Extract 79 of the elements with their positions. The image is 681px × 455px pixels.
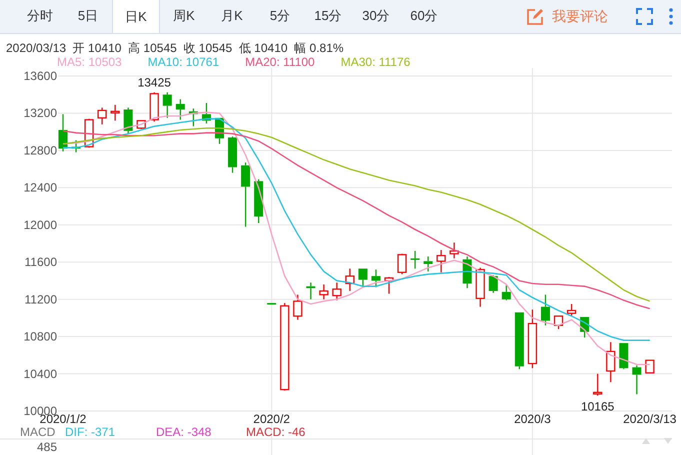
- candlestick: [202, 102, 211, 124]
- low-price-marker: 10165: [580, 400, 614, 414]
- moving-average-legend: MA10: 10761: [148, 55, 220, 69]
- period-tab[interactable]: 日K: [112, 0, 160, 33]
- period-tab[interactable]: 5分: [256, 0, 304, 33]
- candlestick: [488, 275, 498, 293]
- candlestick: [358, 268, 368, 288]
- candlestick: [332, 282, 342, 300]
- candlestick: [162, 92, 172, 118]
- macd-value: MACD: -46: [246, 425, 306, 439]
- period-tab[interactable]: 分时: [16, 0, 64, 33]
- period-tab[interactable]: 15分: [304, 0, 352, 33]
- candlestick: [214, 117, 224, 144]
- candlestick: [384, 277, 394, 294]
- x-axis-label: 2020/2: [253, 412, 290, 426]
- y-axis-label: 10800: [24, 330, 57, 344]
- candlestick: [293, 294, 302, 320]
- macd-label: MACD: [20, 425, 56, 439]
- moving-average-legend: MA30: 11176: [340, 55, 410, 69]
- candlestick: [540, 294, 550, 326]
- candlestick: [150, 92, 159, 122]
- moving-average-legend: MA20: 11100: [245, 55, 315, 69]
- fullscreen-icon[interactable]: [636, 8, 653, 25]
- y-axis-label: 12800: [24, 143, 57, 158]
- y-axis-label: 13200: [24, 106, 57, 120]
- candlestick: [514, 312, 524, 370]
- candlestick: [319, 284, 328, 300]
- y-axis-label: 13600: [24, 69, 57, 83]
- candlestick: [188, 108, 198, 126]
- candlestick: [267, 302, 276, 305]
- candlestick: [528, 310, 538, 368]
- candlestick: [345, 268, 354, 291]
- macd-axis-label: 485: [36, 440, 57, 454]
- y-axis-label: 12000: [24, 218, 57, 232]
- candlestick: [241, 162, 250, 227]
- macd-value: DEA: -348: [156, 425, 212, 439]
- macd-value: DIF: -371: [65, 425, 116, 439]
- candlestick: [72, 140, 81, 152]
- more-icon[interactable]: [669, 8, 673, 25]
- candlestick: [436, 250, 446, 272]
- candlestick: [424, 256, 433, 272]
- period-tab[interactable]: 月K: [208, 0, 256, 33]
- candlestick: [176, 99, 185, 120]
- candlestick: [397, 254, 407, 274]
- moving-average-legend: MA5: 10503: [57, 55, 122, 69]
- candlestick: [462, 256, 472, 288]
- candlestick: [228, 136, 238, 173]
- candlestick: [476, 268, 485, 307]
- period-tab[interactable]: 30分: [352, 0, 400, 33]
- y-axis-label: 10400: [24, 366, 57, 381]
- x-axis-label: 2020/3: [514, 412, 551, 426]
- candlestick: [645, 360, 654, 374]
- candlestick: [306, 282, 316, 300]
- candlestick: [566, 304, 576, 316]
- candlestick: [450, 242, 459, 258]
- candlestick: [554, 315, 564, 330]
- candlestick: [593, 374, 602, 396]
- candlestick: [619, 342, 628, 370]
- edit-icon: [526, 8, 544, 26]
- period-tab[interactable]: 周K: [160, 0, 208, 33]
- candlestick: [110, 104, 120, 121]
- candlestick: [410, 250, 420, 269]
- candlestick: [502, 285, 511, 300]
- candlestick: [580, 316, 590, 338]
- y-axis-label: 12400: [24, 180, 57, 195]
- candlestick: [371, 270, 380, 288]
- period-tab[interactable]: 60分: [400, 0, 448, 33]
- candlestick: [632, 365, 642, 394]
- candlestick: [124, 108, 133, 134]
- x-axis-label: 2020/3/13: [623, 412, 676, 426]
- high-price-marker: 13425: [138, 75, 171, 90]
- quote-summary: 2020/03/13 开 10410 高 10545 收 10545 低 10410 幅 0.81%: [6, 41, 344, 55]
- period-tab[interactable]: 5日: [64, 0, 112, 33]
- candlestick: [254, 179, 264, 224]
- candlestick: [58, 114, 68, 152]
- y-axis-label: 11600: [24, 255, 57, 270]
- candlestick: [98, 108, 107, 124]
- y-axis-label: 11200: [24, 292, 57, 306]
- candlestick: [606, 342, 616, 382]
